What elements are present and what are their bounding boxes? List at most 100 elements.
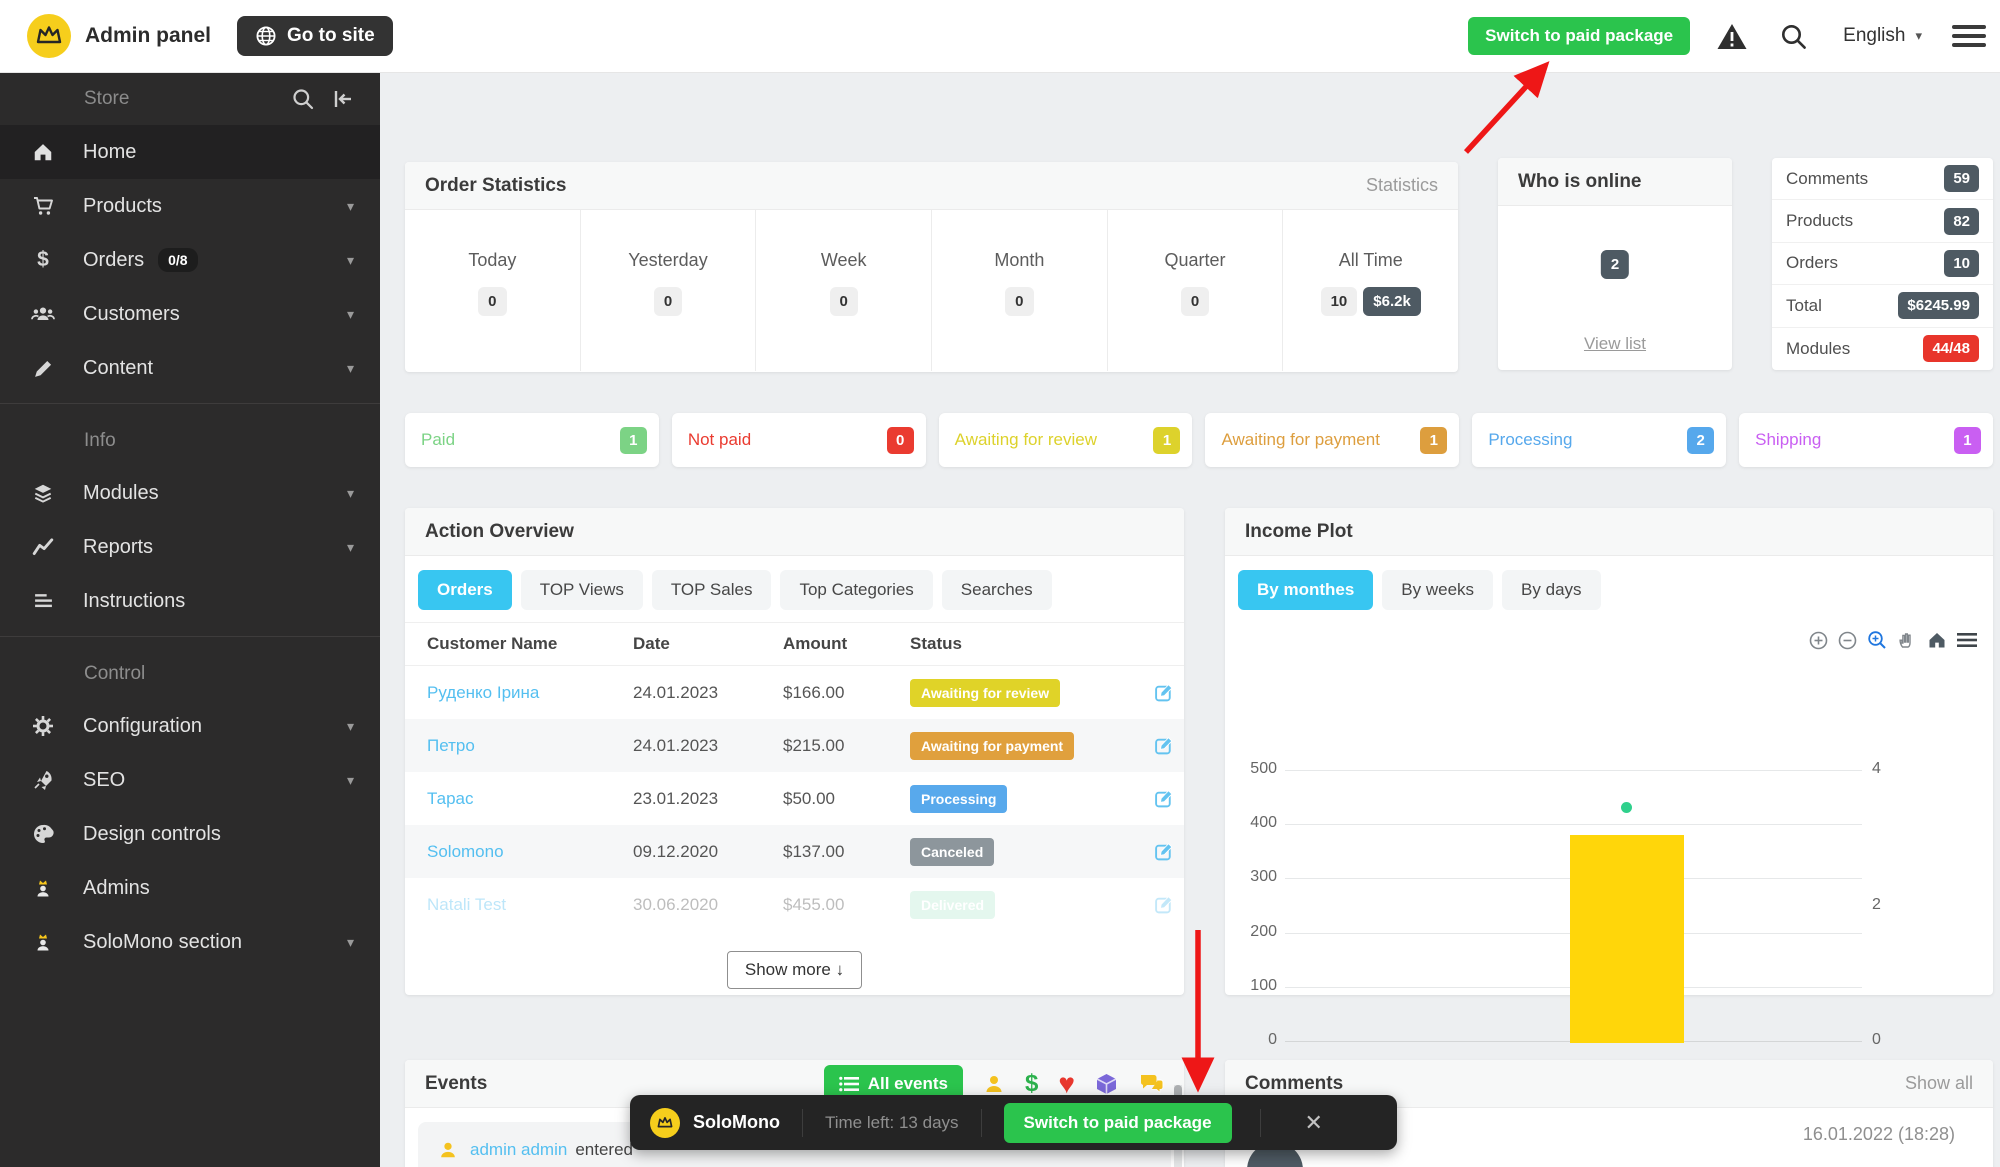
box-zoom-icon[interactable] (1867, 630, 1887, 650)
home-reset-icon[interactable] (1927, 630, 1947, 650)
wishlist-events-icon[interactable]: ♥ (1058, 1069, 1075, 1098)
sidebar-item-content[interactable]: Content ▾ (0, 341, 380, 395)
chip-count-badge: 1 (1953, 426, 1981, 454)
sidebar-item-solomono-section[interactable]: SoloMono section ▾ (0, 915, 380, 969)
income-plot-tabs: By monthes By weeks By days (1225, 556, 1993, 622)
tab-by-days[interactable]: By days (1502, 570, 1601, 610)
tab-top-sales[interactable]: TOP Sales (651, 570, 772, 610)
chip-paid[interactable]: Paid 1 (405, 413, 659, 467)
comment-events-icon[interactable] (1138, 1073, 1164, 1095)
order-stat-col: Quarter 0 (1108, 210, 1284, 371)
edit-order-icon[interactable] (1145, 735, 1184, 756)
close-icon[interactable]: ✕ (1305, 1111, 1323, 1134)
store-selector-label: Store (84, 88, 130, 109)
divider (1259, 1108, 1261, 1137)
view-list-link[interactable]: View list (1584, 334, 1646, 354)
show-more-button[interactable]: Show more ↓ (726, 951, 863, 989)
tab-top-views[interactable]: TOP Views (520, 570, 643, 610)
edit-order-icon[interactable] (1145, 788, 1184, 809)
stat-value-badge: 0 (478, 287, 507, 316)
chip-awaiting-review[interactable]: Awaiting for review 1 (938, 413, 1193, 467)
tab-by-weeks[interactable]: By weeks (1382, 570, 1494, 610)
globe-icon (256, 26, 276, 46)
customer-link[interactable]: Solomono (427, 842, 633, 862)
search-icon[interactable] (1780, 23, 1807, 50)
order-amount: $455.00 (783, 894, 845, 914)
tab-orders[interactable]: Orders (418, 570, 512, 610)
chip-shipping[interactable]: Shipping 1 (1739, 413, 1993, 467)
collapse-sidebar-icon[interactable] (332, 88, 354, 110)
customer-link[interactable]: Петро (427, 736, 633, 756)
sidebar-item-design-controls[interactable]: Design controls (0, 807, 380, 861)
comment-date: 16.01.2022 (18:28) (1802, 1124, 1955, 1144)
order-amount: $137.00 (783, 841, 845, 861)
orders-point[interactable] (1621, 802, 1632, 814)
zoom-in-icon[interactable] (1809, 631, 1828, 650)
panel-title: Action Overview (425, 520, 574, 542)
app-title: Admin panel (85, 24, 212, 47)
customer-events-icon[interactable] (983, 1073, 1005, 1095)
product-events-icon[interactable] (1095, 1072, 1118, 1096)
sidebar-item-modules[interactable]: Modules ▾ (0, 466, 380, 520)
right-axis-tick-label: 0 (1872, 1031, 1881, 1048)
zoom-out-icon[interactable] (1838, 631, 1857, 650)
event-user-link[interactable]: admin admin (470, 1140, 567, 1160)
sidebar-item-admins[interactable]: Admins (0, 861, 380, 915)
tab-by-monthes[interactable]: By monthes (1238, 570, 1374, 610)
customer-link[interactable]: Natali Test (427, 895, 633, 915)
order-events-icon[interactable]: $ (1025, 1070, 1038, 1098)
switch-to-paid-button[interactable]: Switch to paid package (1468, 17, 1691, 55)
edit-order-icon[interactable] (1145, 682, 1184, 703)
brand-logo[interactable] (27, 14, 71, 58)
stat-value-badge: 0 (829, 287, 858, 316)
sidebar-item-label: Customers (83, 302, 180, 325)
chevron-down-icon: ▾ (346, 251, 354, 268)
sidebar-item-customers[interactable]: Customers ▾ (0, 287, 380, 341)
store-selector[interactable]: Store (0, 73, 380, 125)
sidebar-item-seo[interactable]: SEO ▾ (0, 753, 380, 807)
sidebar-item-label: Admins (83, 876, 150, 899)
chart-menu-icon[interactable] (1957, 632, 1977, 648)
chip-processing[interactable]: Processing 2 (1472, 413, 1727, 467)
y-axis-tick-label: 100 (1250, 976, 1277, 994)
sidebar-section-control: Control (84, 663, 146, 684)
customer-link[interactable]: Руденко Ірина (427, 683, 633, 703)
sidebar-item-reports[interactable]: Reports ▾ (0, 520, 380, 574)
panel-title: Comments (1245, 1072, 1344, 1094)
customer-link[interactable]: Тарас (427, 789, 633, 809)
sidebar-item-instructions[interactable]: Instructions (0, 574, 380, 628)
stat-badge: 59 (1944, 165, 1979, 193)
go-to-site-label: Go to site (287, 25, 375, 46)
chevron-down-icon: ▾ (346, 771, 354, 788)
sidebar-item-home[interactable]: Home (0, 125, 380, 179)
edit-order-icon[interactable] (1145, 894, 1184, 915)
language-selector[interactable]: English ▾ (1843, 25, 1922, 47)
toast-switch-to-paid-button[interactable]: Switch to paid package (1003, 1102, 1232, 1143)
statistics-link[interactable]: Statistics (1366, 175, 1438, 196)
show-all-link[interactable]: Show all (1905, 1073, 1973, 1094)
warning-icon[interactable] (1716, 22, 1748, 51)
income-bar[interactable] (1569, 835, 1684, 1043)
tab-searches[interactable]: Searches (941, 570, 1052, 610)
chip-count-badge: 1 (1153, 426, 1181, 454)
menu-icon[interactable] (1952, 20, 1986, 52)
chevron-down-icon: ▾ (1915, 28, 1922, 43)
stat-row: Products 82 (1772, 200, 1993, 243)
chip-awaiting-payment[interactable]: Awaiting for payment 1 (1205, 413, 1460, 467)
sidebar-item-label: SoloMono section (83, 930, 242, 953)
chip-not-paid[interactable]: Not paid 0 (671, 413, 926, 467)
sidebar-item-products[interactable]: Products ▾ (0, 179, 380, 233)
panel-title: Income Plot (1245, 520, 1353, 542)
go-to-site-button[interactable]: Go to site (237, 16, 393, 56)
stat-row: Comments 59 (1772, 158, 1993, 201)
edit-order-icon[interactable] (1145, 841, 1184, 862)
sidebar-item-label: Home (83, 140, 137, 163)
rocket-icon (30, 769, 56, 791)
pan-icon[interactable] (1897, 630, 1917, 650)
sidebar-item-orders[interactable]: $ Orders 0/8 ▾ (0, 233, 380, 287)
order-stat-col: Month 0 (932, 210, 1108, 371)
tab-top-categories[interactable]: Top Categories (780, 570, 933, 610)
sidebar-search-icon[interactable] (292, 88, 314, 110)
sidebar-item-configuration[interactable]: Configuration ▾ (0, 699, 380, 753)
site-stats-panel: Comments 59 Products 82 Orders 10 Total … (1772, 158, 1993, 370)
